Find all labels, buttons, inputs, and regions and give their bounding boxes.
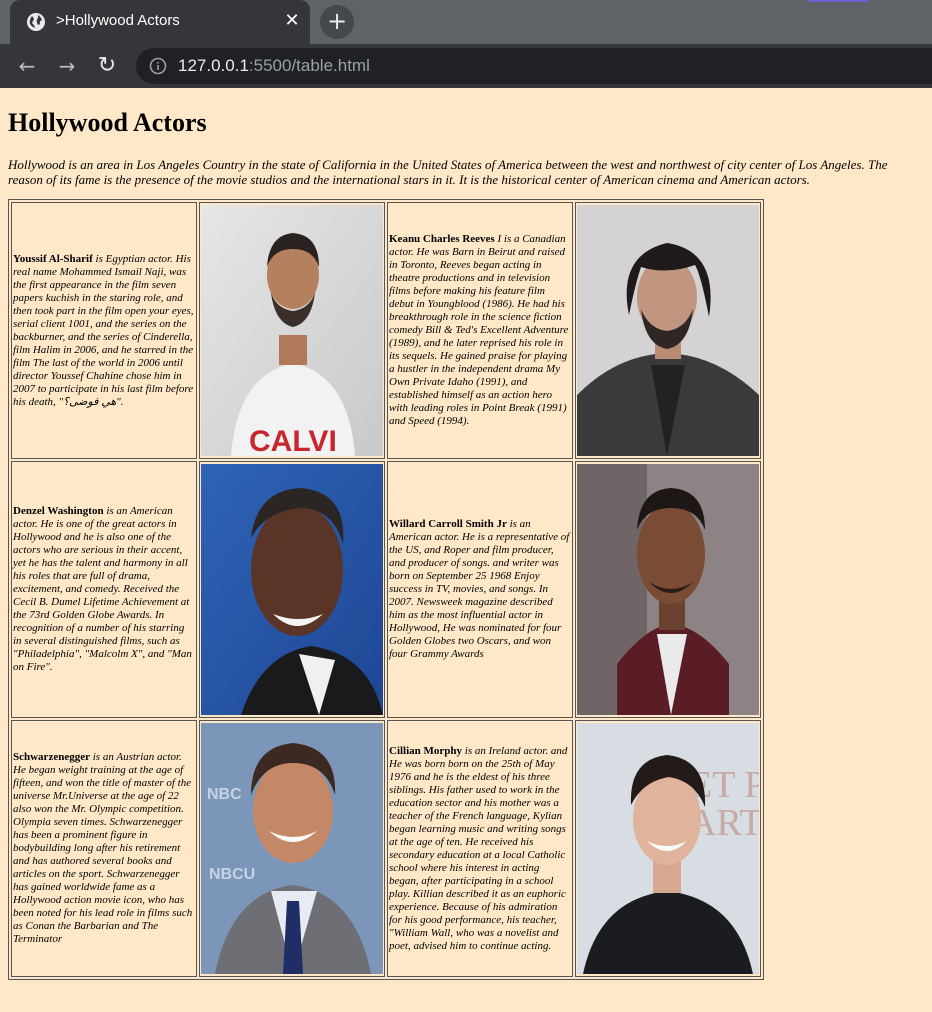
actor-bio: is an Austrian actor. He began weight tr… xyxy=(13,751,193,945)
actor-name: Keanu Charles Reeves xyxy=(389,233,495,245)
url-path: :5500/table.html xyxy=(248,56,370,75)
actor-bio: is Egyptian actor. His real name Mohamme… xyxy=(13,252,194,408)
actor-photo-cell: ET P ART xyxy=(575,720,761,977)
table-row: Denzel Washington is an American actor. … xyxy=(11,461,761,718)
table-row: Schwarzenegger is an Austrian actor. He … xyxy=(11,720,761,977)
tab-strip: >Hollywood Actors ✕ + xyxy=(0,0,932,44)
actor-name: Willard Carroll Smith Jr xyxy=(389,518,507,530)
backdrop-logo-text: NBC xyxy=(207,786,242,803)
actor-bio: is an Ireland actor. and He was born bor… xyxy=(389,744,568,952)
page-title: Hollywood Actors xyxy=(8,108,207,137)
backdrop-logo-text: NBCU xyxy=(209,866,255,883)
tab-strip-accent xyxy=(808,0,868,2)
actor-bio: is an American actor. He is one of the g… xyxy=(13,505,192,673)
actor-name: Schwarzenegger xyxy=(13,751,90,763)
globe-icon xyxy=(27,13,45,31)
actor-photo-arnold: NBC NBCU xyxy=(201,723,383,974)
url-host: 127.0.0.1 xyxy=(178,56,249,75)
table-row: Youssif Al-Sharif is Egyptian actor. His… xyxy=(11,202,761,459)
actor-name: Cillian Morphy xyxy=(389,744,463,757)
actor-photo-cell xyxy=(575,461,761,718)
page-content: Hollywood Actors Hollywood is an area in… xyxy=(0,88,932,1012)
browser-toolbar: ← → ↻ 127.0.0.1:5500/table.html xyxy=(0,44,932,88)
shirt-print: CALVI xyxy=(249,425,337,456)
actor-name: Youssif Al-Sharif xyxy=(13,252,93,265)
actor-bio: I is a Canadian actor. He was Barn in Be… xyxy=(389,233,569,427)
actor-photo-will xyxy=(577,464,759,715)
actor-photo-cell: CALVI xyxy=(199,202,385,459)
tab-title: >Hollywood Actors xyxy=(56,12,180,29)
actor-photo-cillian: ET P ART xyxy=(577,723,759,974)
info-icon[interactable] xyxy=(149,57,167,75)
forward-arrow-icon[interactable]: → xyxy=(53,52,81,80)
actor-name: Denzel Washington xyxy=(13,505,104,517)
actor-photo-keanu xyxy=(577,205,759,456)
actor-bio: is an American actor. He is a representa… xyxy=(389,518,570,660)
actors-table: Youssif Al-Sharif is Egyptian actor. His… xyxy=(8,199,764,980)
address-bar[interactable]: 127.0.0.1:5500/table.html xyxy=(136,48,932,84)
reload-icon[interactable]: ↻ xyxy=(93,52,121,80)
url-text[interactable]: 127.0.0.1:5500/table.html xyxy=(178,56,370,76)
actor-description-cell: Keanu Charles Reeves I is a Canadian act… xyxy=(387,202,573,459)
actor-description-cell: Cillian Morphy is an Ireland actor. and … xyxy=(387,720,573,977)
active-tab[interactable]: >Hollywood Actors ✕ xyxy=(10,0,310,44)
intro-paragraph: Hollywood is an area in Los Angeles Coun… xyxy=(8,157,888,187)
actor-photo-cell xyxy=(575,202,761,459)
actor-description-cell: Youssif Al-Sharif is Egyptian actor. His… xyxy=(11,202,197,459)
close-tab-icon[interactable]: ✕ xyxy=(280,9,304,33)
actor-description-cell: Schwarzenegger is an Austrian actor. He … xyxy=(11,720,197,977)
actor-photo-cell: NBC NBCU xyxy=(199,720,385,977)
actor-photo-youssif: CALVI xyxy=(201,205,383,456)
actor-description-cell: Denzel Washington is an American actor. … xyxy=(11,461,197,718)
actor-photo-denzel xyxy=(201,464,383,715)
new-tab-button[interactable]: + xyxy=(320,5,354,39)
actor-description-cell: Willard Carroll Smith Jr is an American … xyxy=(387,461,573,718)
actor-photo-cell xyxy=(199,461,385,718)
back-arrow-icon[interactable]: ← xyxy=(13,52,41,80)
